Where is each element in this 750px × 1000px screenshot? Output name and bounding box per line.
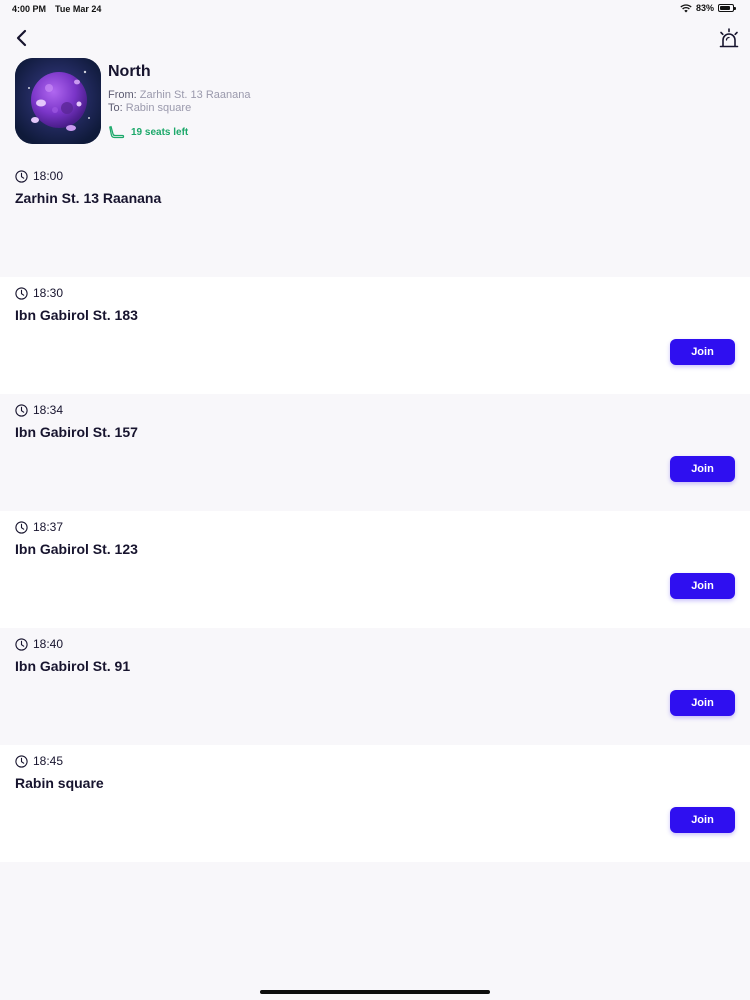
join-button[interactable]: Join [670, 690, 735, 716]
join-button[interactable]: Join [670, 456, 735, 482]
seat-icon [109, 125, 125, 139]
battery-level [720, 6, 730, 10]
stop-name: Ibn Gabirol St. 123 [15, 541, 138, 557]
wifi-icon [680, 3, 692, 12]
clock-icon [15, 169, 28, 183]
route-to: To: Rabin square [108, 102, 191, 114]
from-label: From: [108, 89, 137, 101]
stop-row: 18:45 Rabin square Join [0, 745, 750, 862]
chevron-left-icon [16, 29, 27, 47]
clock-icon [15, 754, 28, 768]
join-button[interactable]: Join [670, 807, 735, 833]
seats-available: 19 seats left [109, 125, 188, 139]
stop-time-label: 18:37 [33, 520, 64, 534]
trip-header: North From: Zarhin St. 13 Raanana To: Ra… [15, 58, 735, 146]
stop-row: 18:00 Zarhin St. 13 Raanana [0, 160, 750, 277]
home-indicator[interactable] [260, 990, 490, 994]
clock-icon [15, 520, 28, 534]
status-indicators: 83% [680, 3, 736, 13]
stop-time: 18:34 [15, 403, 63, 417]
stop-time-label: 18:00 [33, 169, 64, 183]
stop-name: Zarhin St. 13 Raanana [15, 190, 162, 206]
siren-icon [719, 28, 739, 48]
to-label: To: [108, 102, 123, 114]
stop-name: Ibn Gabirol St. 157 [15, 424, 138, 440]
alarm-button[interactable] [717, 27, 741, 51]
trip-title: North [108, 63, 151, 80]
stop-time-label: 18:30 [33, 286, 64, 300]
from-value: Zarhin St. 13 Raanana [139, 89, 251, 101]
status-date: Tue Mar 24 [55, 4, 102, 14]
back-button[interactable] [12, 28, 32, 48]
stop-time: 18:30 [15, 286, 63, 300]
route-from: From: Zarhin St. 13 Raanana [108, 89, 250, 101]
stop-row: 18:34 Ibn Gabirol St. 157 Join [0, 394, 750, 511]
stop-row: 18:37 Ibn Gabirol St. 123 Join [0, 511, 750, 628]
battery-icon [718, 4, 736, 12]
stop-time-label: 18:40 [33, 637, 64, 651]
status-time: 4:00 PM [12, 4, 47, 14]
battery-percent: 83% [695, 3, 714, 13]
join-button[interactable]: Join [670, 573, 735, 599]
clock-icon [15, 403, 28, 417]
clock-icon [15, 286, 28, 300]
stop-time: 18:40 [15, 637, 63, 651]
stop-row: 18:30 Ibn Gabirol St. 183 Join [0, 277, 750, 394]
stop-time: 18:00 [15, 169, 63, 183]
to-value: Rabin square [125, 102, 192, 114]
stop-time-label: 18:45 [33, 754, 64, 768]
seats-label: 19 seats left [131, 126, 189, 138]
clock-icon [15, 637, 28, 651]
stop-time: 18:45 [15, 754, 63, 768]
stop-name: Rabin square [15, 775, 104, 791]
planet-icon [15, 58, 101, 144]
stop-row: 18:40 Ibn Gabirol St. 91 Join [0, 628, 750, 745]
join-button[interactable]: Join [670, 339, 735, 365]
stop-time-label: 18:34 [33, 403, 64, 417]
stop-name: Ibn Gabirol St. 183 [15, 307, 138, 323]
status-bar: 4:00 PM Tue Mar 24 83% [0, 0, 750, 18]
stop-time: 18:37 [15, 520, 63, 534]
trip-avatar [15, 58, 101, 144]
stops-list: 18:00 Zarhin St. 13 Raanana 18:30 Ibn Ga… [0, 160, 750, 862]
stop-name: Ibn Gabirol St. 91 [15, 658, 131, 674]
